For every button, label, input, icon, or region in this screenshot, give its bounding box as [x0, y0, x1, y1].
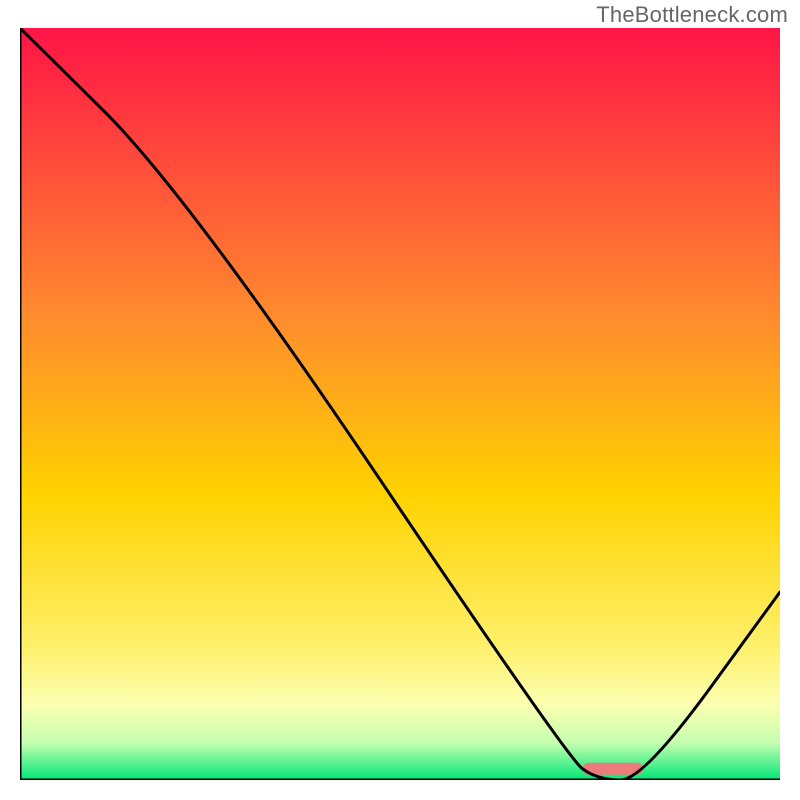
gradient-background: [20, 28, 780, 780]
watermark-text: TheBottleneck.com: [596, 2, 788, 28]
plot-area: [20, 28, 780, 780]
chart-svg: [20, 28, 780, 780]
chart-container: TheBottleneck.com: [0, 0, 800, 800]
